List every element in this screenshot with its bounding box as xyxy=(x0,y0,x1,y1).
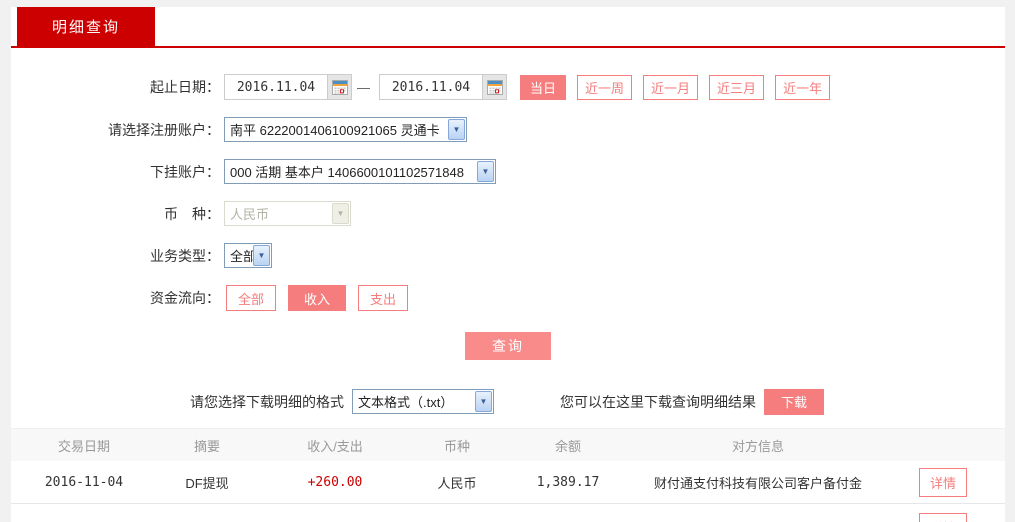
quick-range-month-button[interactable]: 近一月 xyxy=(643,74,699,100)
download-format-value: 文本格式（.txt） xyxy=(358,395,454,410)
table-row-partial: 详情 xyxy=(11,504,1005,522)
register-account-row: 请选择注册账户： 南平 6222001406100921065 灵通卡 ▼ xyxy=(11,117,1005,142)
col-header-amount: 收入/支出 xyxy=(307,438,363,454)
end-date-input[interactable] xyxy=(380,75,482,99)
calendar-icon[interactable] xyxy=(327,75,351,99)
sub-account-label: 下挂账户： xyxy=(150,163,220,180)
register-account-label: 请选择注册账户： xyxy=(108,121,220,138)
end-date-field[interactable] xyxy=(379,74,507,100)
col-header-balance: 余额 xyxy=(554,438,581,454)
cell-action: 详情 xyxy=(881,467,1005,497)
fund-flow-options: 全部 收入 支出 xyxy=(226,285,420,311)
quick-range-quarter-button[interactable]: 近三月 xyxy=(709,74,765,100)
date-range-label: 起止日期： xyxy=(150,79,220,95)
sub-account-select[interactable]: 000 活期 基本户 1406600101102571848 ▼ xyxy=(224,159,496,184)
cell-balance: 1,389.17 xyxy=(536,474,600,490)
currency-select: 人民币 ▼ xyxy=(224,201,351,226)
cell-summary: DF提现 xyxy=(185,475,229,491)
col-header-date: 交易日期 xyxy=(57,438,110,454)
sub-account-value: 000 活期 基本户 1406600101102571848 xyxy=(230,165,464,180)
currency-value: 人民币 xyxy=(230,207,270,222)
start-date-field[interactable] xyxy=(224,74,352,100)
fund-flow-expense-button[interactable]: 支出 xyxy=(358,285,409,311)
calendar-icon[interactable] xyxy=(482,75,506,99)
register-account-value: 南平 6222001406100921065 灵通卡 xyxy=(230,123,440,138)
currency-row: 币 种： 人民币 ▼ xyxy=(11,201,1005,226)
download-button[interactable]: 下载 xyxy=(764,388,824,415)
cell-currency: 人民币 xyxy=(437,475,477,491)
quick-range-today-button[interactable]: 当日 xyxy=(520,74,567,100)
download-row: 请您选择下载明细的格式 文本格式（.txt） ▼ 您可以在这里下载查询明细结果 … xyxy=(11,388,1005,415)
download-format-select[interactable]: 文本格式（.txt） ▼ xyxy=(352,389,494,414)
col-header-currency: 币种 xyxy=(443,438,470,454)
detail-button[interactable]: 详情 xyxy=(918,513,967,522)
quick-range-year-button[interactable]: 近一年 xyxy=(775,74,831,100)
start-date-input[interactable] xyxy=(225,75,327,99)
col-header-counterparty: 对方信息 xyxy=(731,438,784,454)
chevron-down-icon[interactable]: ▼ xyxy=(253,245,270,266)
cell-counterparty: 财付通支付科技有限公司客户备付金 xyxy=(653,475,862,491)
business-type-label: 业务类型： xyxy=(150,247,220,264)
fund-flow-label: 资金流向： xyxy=(150,290,220,306)
table-row: 2016-11-04 DF提现 +260.00 人民币 1,389.17 财付通… xyxy=(11,461,1005,504)
cell-date: 2016-11-04 xyxy=(44,474,124,490)
col-header-summary: 摘要 xyxy=(193,438,220,454)
chevron-down-icon: ▼ xyxy=(332,203,349,224)
business-type-select[interactable]: 全部 ▼ xyxy=(224,243,272,268)
fund-flow-all-button[interactable]: 全部 xyxy=(226,285,277,311)
date-range-row: 起止日期： 2016.11.04 — 2016.11.04 当日 近一周 近一月… xyxy=(11,74,1005,100)
sub-account-row: 下挂账户： 000 活期 基本户 1406600101102571848 ▼ xyxy=(11,159,1005,184)
cell-amount: +260.00 xyxy=(307,474,363,490)
detail-button[interactable]: 详情 xyxy=(918,467,967,497)
business-type-row: 业务类型： 全部 ▼ xyxy=(11,243,1005,268)
business-type-value: 全部 xyxy=(230,249,253,264)
transactions-table: 交易日期 摘要 收入/支出 币种 余额 对方信息 2016-11-04 DF提现… xyxy=(11,428,1005,522)
query-button-row: 查询 xyxy=(11,332,1005,360)
page-background: 明细查询 起止日期： 2016.11.04 — 2016.11.04 当日 近一… xyxy=(0,0,1015,522)
table-header-row: 交易日期 摘要 收入/支出 币种 余额 对方信息 xyxy=(11,428,1005,461)
chevron-down-icon[interactable]: ▼ xyxy=(448,119,465,140)
download-format-label: 请您选择下载明细的格式 xyxy=(190,393,344,410)
currency-label: 币 种： xyxy=(164,205,220,222)
date-separator: — xyxy=(357,79,370,95)
fund-flow-row: 资金流向： 全部 收入 支出 xyxy=(11,285,1005,311)
quick-range-week-button[interactable]: 近一周 xyxy=(577,74,633,100)
chevron-down-icon[interactable]: ▼ xyxy=(475,391,492,412)
chevron-down-icon[interactable]: ▼ xyxy=(477,161,494,182)
query-form: 起止日期： 2016.11.04 — 2016.11.04 当日 近一周 近一月… xyxy=(11,48,1005,415)
fund-flow-income-button[interactable]: 收入 xyxy=(288,285,347,311)
tab-bar: 明细查询 xyxy=(11,7,1005,48)
content-panel: 明细查询 起止日期： 2016.11.04 — 2016.11.04 当日 近一… xyxy=(11,7,1005,522)
register-account-select[interactable]: 南平 6222001406100921065 灵通卡 ▼ xyxy=(224,117,467,142)
download-hint: 您可以在这里下载查询明细结果 xyxy=(560,393,756,410)
query-button[interactable]: 查询 xyxy=(465,332,551,360)
tab-detail-query[interactable]: 明细查询 xyxy=(17,7,155,46)
